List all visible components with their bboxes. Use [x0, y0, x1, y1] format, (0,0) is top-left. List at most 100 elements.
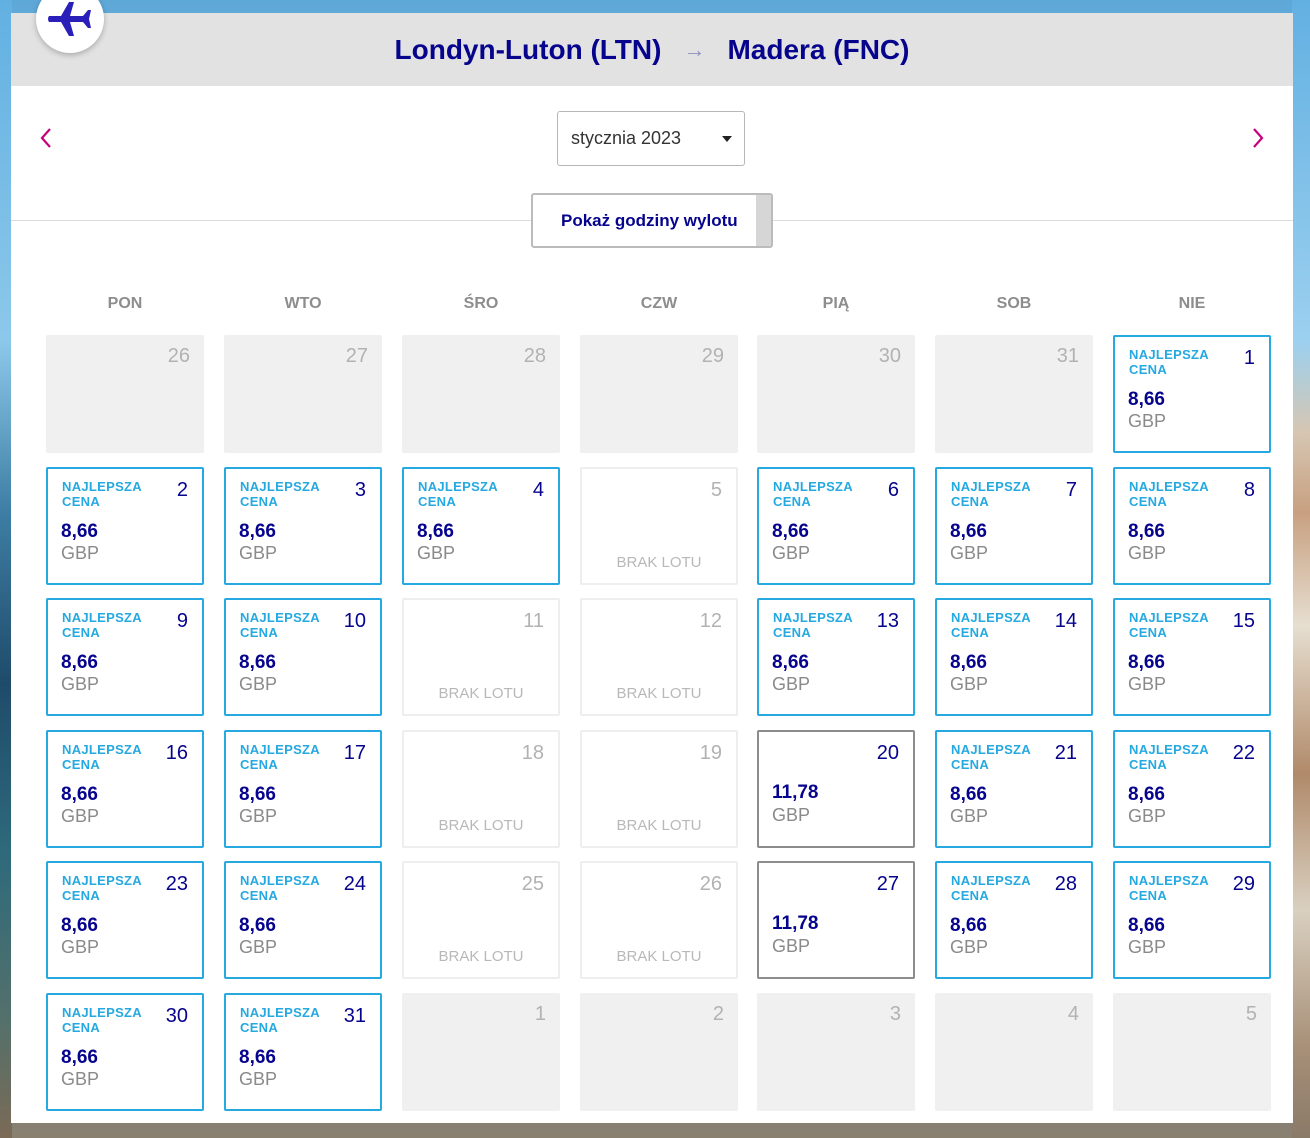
day-price: 8,66	[239, 521, 276, 542]
day-number: 22	[1232, 742, 1255, 764]
day-cell[interactable]: 30 NAJLEPSZA CENA 8,66 GBP	[46, 993, 204, 1111]
day-cell[interactable]: 22 NAJLEPSZA CENA 8,66 GBP	[1113, 730, 1271, 848]
day-cell: 3	[757, 993, 915, 1111]
day-price: 8,66	[61, 521, 98, 542]
day-number: 29	[701, 345, 724, 367]
day-currency: GBP	[61, 806, 100, 826]
day-cell[interactable]: 10 NAJLEPSZA CENA 8,66 GBP	[224, 598, 382, 716]
day-cell[interactable]: 1 NAJLEPSZA CENA 8,66 GBP	[1113, 335, 1271, 453]
day-cell[interactable]: 27 11,78 GBP	[757, 861, 915, 979]
day-cell[interactable]: 4 NAJLEPSZA CENA 8,66 GBP	[402, 467, 560, 585]
origin-airport: Londyn-Luton (LTN)	[394, 33, 662, 65]
day-cell[interactable]: 21 NAJLEPSZA CENA 8,66 GBP	[935, 730, 1093, 848]
best-price-badge: NAJLEPSZA CENA	[62, 610, 142, 640]
day-currency: GBP	[239, 1069, 278, 1089]
weekday-2: ŚRO	[463, 295, 499, 312]
no-flight-label: BRAK LOTU	[616, 554, 702, 571]
day-number: 12	[699, 610, 722, 632]
day-number: 6	[887, 479, 899, 501]
day-cell[interactable]: 15 NAJLEPSZA CENA 8,66 GBP	[1113, 598, 1271, 716]
day-cell[interactable]: 31 NAJLEPSZA CENA 8,66 GBP	[224, 993, 382, 1111]
route-arrow-icon: →	[683, 36, 706, 62]
day-currency: GBP	[61, 543, 100, 563]
day-cell: 26	[46, 335, 204, 453]
day-cell[interactable]: 9 NAJLEPSZA CENA 8,66 GBP	[46, 598, 204, 716]
weekday-6: NIE	[1178, 295, 1206, 312]
show-departure-times-button[interactable]: Pokaż godziny wylotu	[531, 193, 773, 248]
best-price-badge: NAJLEPSZA CENA	[1129, 742, 1209, 772]
best-price-badge: NAJLEPSZA CENA	[1129, 479, 1209, 509]
day-number: 15	[1232, 610, 1255, 632]
day-cell: 1	[402, 993, 560, 1111]
day-cell[interactable]: 2 NAJLEPSZA CENA 8,66 GBP	[46, 467, 204, 585]
day-currency: GBP	[239, 674, 278, 694]
prev-month-button[interactable]	[31, 123, 61, 153]
day-number: 28	[523, 345, 546, 367]
day-cell: 11 BRAK LOTU	[402, 598, 560, 716]
day-number: 5	[1245, 1003, 1257, 1025]
day-number: 26	[167, 345, 190, 367]
day-price: 8,66	[1128, 652, 1165, 673]
day-cell[interactable]: 8 NAJLEPSZA CENA 8,66 GBP	[1113, 467, 1271, 585]
day-number: 1	[1243, 347, 1255, 369]
best-price-badge: NAJLEPSZA CENA	[951, 479, 1031, 509]
day-number: 26	[699, 873, 722, 895]
day-price: 8,66	[239, 1047, 276, 1068]
day-cell[interactable]: 14 NAJLEPSZA CENA 8,66 GBP	[935, 598, 1093, 716]
next-month-button[interactable]	[1243, 123, 1273, 153]
day-currency: GBP	[950, 937, 989, 957]
day-cell[interactable]: 29 NAJLEPSZA CENA 8,66 GBP	[1113, 861, 1271, 979]
day-number: 2	[176, 479, 188, 501]
caret-down-icon	[722, 136, 732, 142]
day-cell[interactable]: 6 NAJLEPSZA CENA 8,66 GBP	[757, 467, 915, 585]
no-flight-label: BRAK LOTU	[438, 948, 524, 965]
day-cell: 2	[580, 993, 738, 1111]
day-currency: GBP	[239, 543, 278, 563]
weekday-1: WTO	[284, 295, 322, 312]
day-number: 8	[1243, 479, 1255, 501]
day-number: 30	[878, 345, 901, 367]
day-cell[interactable]: 13 NAJLEPSZA CENA 8,66 GBP	[757, 598, 915, 716]
day-cell[interactable]: 23 NAJLEPSZA CENA 8,66 GBP	[46, 861, 204, 979]
flight-calendar-panel: Londyn-Luton (LTN) → Madera (FNC) styczn…	[11, 0, 1293, 1123]
month-select[interactable]: stycznia 2023	[557, 111, 745, 166]
no-flight-label: BRAK LOTU	[438, 817, 524, 834]
day-cell[interactable]: 3 NAJLEPSZA CENA 8,66 GBP	[224, 467, 382, 585]
no-flight-label: BRAK LOTU	[616, 685, 702, 702]
day-cell[interactable]: 17 NAJLEPSZA CENA 8,66 GBP	[224, 730, 382, 848]
day-cell: 4	[935, 993, 1093, 1111]
best-price-badge: NAJLEPSZA CENA	[240, 1005, 320, 1035]
day-cell: 26 BRAK LOTU	[580, 861, 738, 979]
day-cell[interactable]: 7 NAJLEPSZA CENA 8,66 GBP	[935, 467, 1093, 585]
day-number: 9	[176, 610, 188, 632]
best-price-badge: NAJLEPSZA CENA	[418, 479, 498, 509]
day-cell: 29	[580, 335, 738, 453]
weekday-3: CZW	[640, 295, 678, 312]
day-number: 20	[876, 742, 899, 764]
day-number: 2	[712, 1003, 724, 1025]
day-currency: GBP	[1128, 543, 1167, 563]
day-cell[interactable]: 28 NAJLEPSZA CENA 8,66 GBP	[935, 861, 1093, 979]
weekday-5: SOB	[996, 295, 1032, 312]
day-cell: 5 BRAK LOTU	[580, 467, 738, 585]
destination-airport: Madera (FNC)	[727, 33, 910, 65]
day-currency: GBP	[772, 936, 811, 956]
day-price: 8,66	[417, 521, 454, 542]
day-cell[interactable]: 24 NAJLEPSZA CENA 8,66 GBP	[224, 861, 382, 979]
day-number: 28	[1054, 873, 1077, 895]
button-side-strip	[756, 195, 771, 246]
day-cell: 28	[402, 335, 560, 453]
chevron-left-icon	[40, 128, 51, 148]
no-flight-label: BRAK LOTU	[616, 948, 702, 965]
day-cell: 31	[935, 335, 1093, 453]
day-number: 3	[354, 479, 366, 501]
day-cell: 25 BRAK LOTU	[402, 861, 560, 979]
day-number: 14	[1054, 610, 1077, 632]
day-price: 8,66	[61, 784, 98, 805]
route-header: Londyn-Luton (LTN) → Madera (FNC)	[11, 13, 1293, 86]
day-number: 5	[710, 479, 722, 501]
day-number: 25	[521, 873, 544, 895]
day-currency: GBP	[950, 806, 989, 826]
day-cell[interactable]: 20 11,78 GBP	[757, 730, 915, 848]
day-cell[interactable]: 16 NAJLEPSZA CENA 8,66 GBP	[46, 730, 204, 848]
